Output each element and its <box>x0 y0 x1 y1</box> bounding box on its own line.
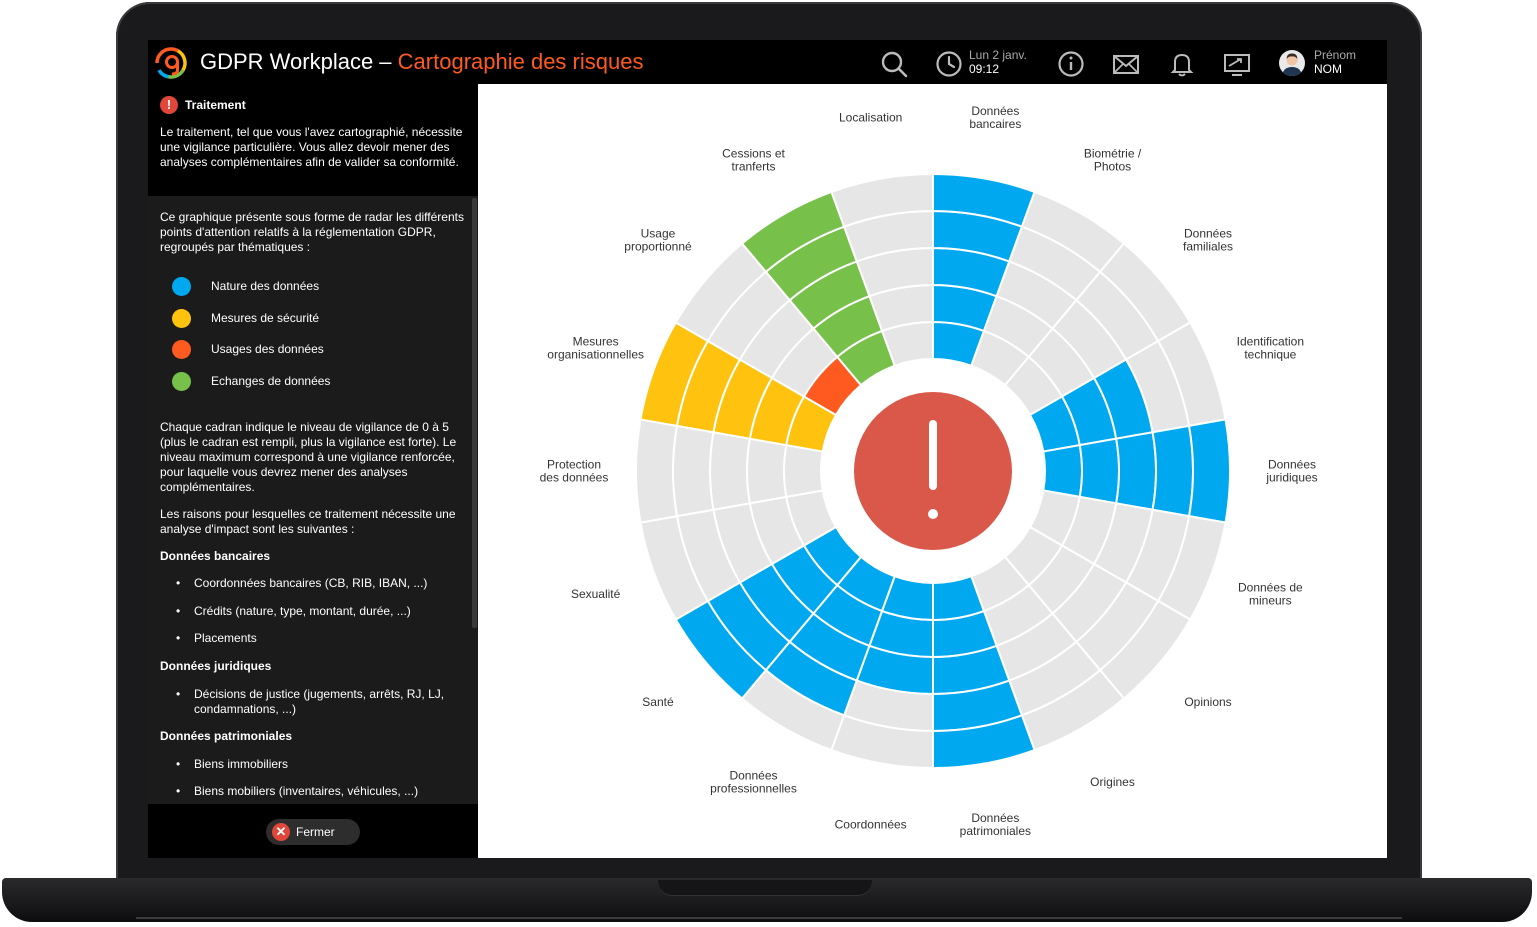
list-item: Crédits (nature, type, montant, durée, .… <box>176 604 466 619</box>
sidebar-header: ! Traitement Le traitement, tel que vous… <box>148 84 478 196</box>
legend-label: Usages des données <box>211 342 324 356</box>
section-title-juridiques: Données juridiques <box>160 659 272 673</box>
screen: GDPR Workplace – Cartographie des risque… <box>148 40 1387 858</box>
radar-cell[interactable] <box>1115 431 1157 511</box>
top-bar: GDPR Workplace – Cartographie des risque… <box>148 40 1387 84</box>
time-label: 09:12 <box>969 62 1000 76</box>
radar-axis-label: Biométrie / Photos <box>1084 147 1142 174</box>
close-icon: ✕ <box>272 823 290 841</box>
page-title: Cartographie des risques <box>397 49 644 74</box>
radar-cell[interactable] <box>709 431 751 511</box>
mail-icon[interactable] <box>1112 50 1140 78</box>
radar-axis-label: Données juridiques <box>1265 458 1317 485</box>
section-title-patrimoniales: Données patrimoniales <box>160 729 293 743</box>
close-button[interactable]: ✕ Fermer <box>266 819 360 845</box>
sidebar-scrollbar[interactable] <box>472 198 477 628</box>
legend-label: Nature des données <box>211 279 320 293</box>
radar-axis-label: Identification technique <box>1237 335 1304 362</box>
list-item: Biens immobiliers <box>176 757 466 772</box>
legend-label: Mesures de sécurité <box>211 311 320 325</box>
radar-svg: Localisation Données bancaires Biométrie / P… <box>540 104 1318 838</box>
user-last-name: NOM <box>1314 62 1342 76</box>
exclamation-dot <box>928 509 938 519</box>
exclamation-bar <box>929 420 937 490</box>
screen-icon[interactable] <box>1223 50 1251 78</box>
legend-dot <box>172 277 191 296</box>
user-first-name: Prénom <box>1314 48 1357 62</box>
warning-icon: ! <box>160 96 178 114</box>
list-item-text: Décisions de justice (jugements, arrêts,… <box>194 687 445 716</box>
clock-icon <box>936 51 962 77</box>
list-item-text: Placements <box>194 631 257 645</box>
list-item: Décisions de justice (jugements, arrêts,… <box>176 687 466 717</box>
search-icon[interactable] <box>880 50 908 78</box>
reasons-intro: Les raisons pour lesquelles ce traitemen… <box>160 507 456 536</box>
list-item: Placements <box>176 631 466 646</box>
user-avatar[interactable] <box>1279 50 1305 76</box>
info-icon[interactable] <box>1057 50 1085 78</box>
app-name: GDPR Workplace – <box>200 49 398 74</box>
radar-axis-label: Protection des données <box>540 458 609 485</box>
radar-axis-label: Localisation <box>839 110 902 124</box>
date-time: Lun 2 janv. 09:12 <box>969 48 1027 76</box>
legend-item-security: Mesures de sécurité <box>172 309 472 329</box>
laptop-notch <box>658 880 872 896</box>
radar-cell[interactable] <box>672 424 715 518</box>
radar-axis-label: Opinions <box>1184 695 1231 709</box>
legend-item-nature: Nature des données <box>172 277 472 297</box>
radar-cell[interactable] <box>783 443 824 499</box>
radar-axis-label: Cessions et tranferts <box>722 147 785 174</box>
radar-cell[interactable] <box>1151 424 1194 518</box>
user-name[interactable]: Prénom NOM <box>1314 48 1356 76</box>
legend-dot <box>172 340 191 359</box>
list-item-text: Crédits (nature, type, montant, durée, .… <box>194 604 411 618</box>
radar-axis-label: Usage proportionné <box>624 227 692 254</box>
laptop-base-edge <box>136 917 1402 919</box>
radar-axis-label: Coordonnées <box>835 818 907 832</box>
radar-chart: Localisation Données bancaires Biométrie / P… <box>479 84 1387 858</box>
legend-dot <box>172 372 191 391</box>
radar-cell[interactable] <box>746 437 788 505</box>
radar-cell[interactable] <box>1042 443 1083 499</box>
radar-axis-label: Données de mineurs <box>1238 580 1303 607</box>
radar-axis-label: Santé <box>642 695 674 709</box>
radar-axis-label: Données patrimoniales <box>960 811 1031 838</box>
radar-cell[interactable] <box>1187 418 1231 524</box>
sidebar-summary: Le traitement, tel que vous l'avez carto… <box>160 125 463 169</box>
radar-axis-label: Origines <box>1090 775 1135 789</box>
legend-dot <box>172 309 191 328</box>
sidebar-footer: ✕ Fermer <box>148 804 478 858</box>
close-button-label: Fermer <box>296 825 335 839</box>
list-item-text: Biens immobiliers <box>194 757 289 771</box>
radar-axis-label: Données familiales <box>1183 227 1233 254</box>
app-logo-icon[interactable] <box>154 46 188 80</box>
radar-axis-label: Données bancaires <box>969 104 1021 131</box>
section-title-bancaires: Données bancaires <box>160 549 271 563</box>
list-item: Biens mobiliers (inventaires, véhicules,… <box>176 784 466 799</box>
list-item-text: Biens mobiliers (inventaires, véhicules,… <box>194 784 419 798</box>
sidebar: ! Traitement Le traitement, tel que vous… <box>148 84 478 858</box>
sidebar-intro: Ce graphique présente sous forme de rada… <box>160 210 464 254</box>
bell-icon[interactable] <box>1168 50 1196 78</box>
legend-item-usage: Usages des données <box>172 340 472 360</box>
sidebar-title: Traitement <box>185 98 246 112</box>
radar-axis-label: Mesures organisationnelles <box>547 335 644 362</box>
radar-axis-label: Sexualité <box>571 587 621 601</box>
radar-cell[interactable] <box>1078 437 1120 505</box>
list-item: Coordonnées bancaires (CB, RIB, IBAN, ..… <box>176 576 466 591</box>
radar-axis-label: Données professionnelles <box>710 768 797 795</box>
legend-item-exchange: Echanges de données <box>172 372 472 392</box>
radar-cell[interactable] <box>635 418 679 524</box>
list-item-text: Coordonnées bancaires (CB, RIB, IBAN, ..… <box>194 576 428 590</box>
date-label: Lun 2 janv. <box>969 48 1027 62</box>
legend-label: Echanges de données <box>211 374 331 388</box>
app-title: GDPR Workplace – Cartographie des risque… <box>200 49 643 75</box>
vigilance-explanation: Chaque cadran indique le niveau de vigil… <box>160 420 457 494</box>
